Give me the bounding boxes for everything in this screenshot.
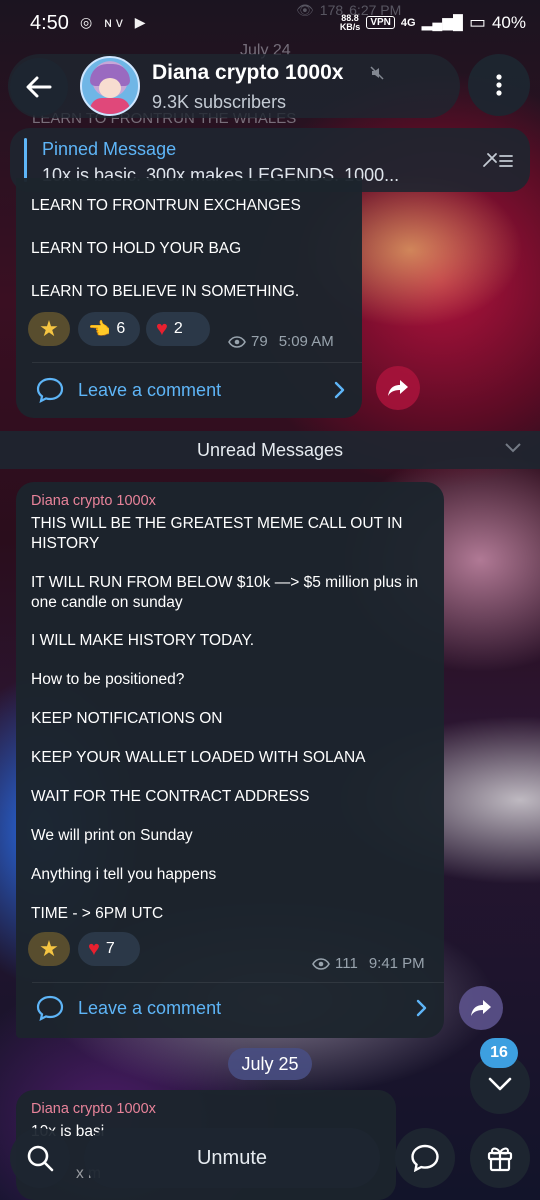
chat-bubble-icon [411, 1144, 439, 1172]
message-text: THIS WILL BE THE GREATEST MEME CALL OUT … [31, 515, 403, 552]
chevron-down-icon [488, 1077, 512, 1091]
message-text: Anything i tell you happens [31, 866, 217, 883]
star-icon: ★ [39, 936, 59, 961]
status-right: 88.8 KB/s VPN 4G ▂▄▆█ ▭ 40% [340, 12, 526, 33]
pinned-indicator [24, 138, 27, 182]
comment-icon [36, 995, 64, 1021]
message-author: Diana crypto 1000x [31, 1101, 156, 1117]
subscriber-count: 9.3K subscribers [152, 92, 287, 112]
message-author: Diana crypto 1000x [31, 493, 156, 509]
comments-button[interactable] [395, 1128, 455, 1188]
chevron-down-icon[interactable] [504, 441, 522, 453]
clock: 4:50 [30, 12, 69, 34]
message-text: WAIT FOR THE CONTRACT ADDRESS [31, 788, 310, 805]
message-text: LEARN TO HOLD YOUR BAG [31, 240, 242, 257]
notification-icons: ◎ ɴᴠ ▶ [80, 14, 150, 30]
unmute-label: Unmute [196, 1146, 268, 1169]
eye-icon [312, 957, 330, 970]
comment-icon [36, 377, 64, 403]
more-options-button[interactable] [468, 54, 530, 116]
share-arrow-icon [388, 380, 408, 396]
gift-icon [487, 1147, 513, 1172]
comment-label: Leave a comment [78, 379, 222, 400]
message-meta: 79 5:09 AM [228, 333, 334, 350]
message-text: KEEP NOTIFICATIONS ON [31, 710, 223, 727]
share-arrow-icon [471, 1000, 491, 1016]
message-bubble[interactable]: LEARN TO FRONTRUN EXCHANGES LEARN TO HOL… [16, 178, 362, 418]
comment-label: Leave a comment [78, 997, 222, 1018]
search-button[interactable] [10, 1128, 70, 1188]
message-text: KEEP YOUR WALLET LOADED WITH SOLANA [31, 749, 366, 766]
search-icon [27, 1145, 54, 1172]
view-count: 111 [335, 955, 358, 972]
reaction-heart[interactable]: ♥ 2 [146, 312, 210, 346]
star-icon: ★ [39, 316, 59, 341]
unread-messages-divider: Unread Messages [0, 431, 540, 469]
battery-icon: ▭ [468, 12, 486, 32]
gift-button[interactable] [470, 1128, 530, 1188]
message-time: 9:41 PM [368, 955, 425, 972]
channel-avatar[interactable] [80, 56, 140, 116]
reaction-count: 2 [173, 320, 183, 337]
signal-icon: ▂▄▆█ [421, 14, 463, 30]
message-text: LEARN TO FRONTRUN EXCHANGES [31, 197, 301, 214]
message-text: IT WILL RUN FROM BELOW $10k —> $5 millio… [31, 574, 419, 611]
chevron-right-icon [416, 999, 427, 1017]
share-button[interactable] [459, 986, 503, 1030]
battery-level: 40% [491, 12, 526, 32]
message-text: I WILL MAKE HISTORY TODAY. [31, 632, 255, 649]
reaction-pointing[interactable]: 👈 6 [78, 312, 140, 346]
reaction-heart[interactable]: ♥ 7 [78, 932, 140, 966]
network-speed: 88.8 KB/s [339, 12, 361, 32]
network-type: 4G [400, 16, 416, 29]
unread-count-badge: 16 [480, 1038, 518, 1068]
back-button[interactable] [10, 58, 68, 116]
back-arrow-icon [26, 76, 52, 98]
message-bubble[interactable]: Diana crypto 1000x THIS WILL BE THE GREA… [16, 482, 444, 1038]
eye-icon [228, 335, 246, 348]
message-text: We will print on Sunday [31, 827, 193, 844]
comment-divider [32, 362, 362, 363]
reaction-star[interactable]: ★ [28, 312, 70, 346]
share-button[interactable] [376, 366, 420, 410]
pinned-list-icon[interactable] [480, 148, 514, 172]
unread-label: Unread Messages [196, 439, 344, 460]
unmute-button[interactable]: Unmute [84, 1128, 380, 1188]
heart-icon: ♥ [156, 317, 168, 340]
message-text: TIME - > 6PM UTC [31, 905, 164, 922]
reaction-count: 6 [116, 320, 126, 337]
leave-comment-link[interactable]: Leave a comment [16, 982, 444, 1034]
vpn-icon: VPN [366, 16, 395, 29]
view-count: 79 [251, 333, 268, 350]
pinned-title: Pinned Message [42, 139, 177, 159]
pointing-hand-icon: 👈 [88, 318, 111, 339]
heart-icon: ♥ [88, 937, 100, 960]
channel-title: Diana crypto 1000x [152, 61, 344, 84]
message-meta: 111 9:41 PM [312, 955, 425, 972]
reaction-star[interactable]: ★ [28, 932, 70, 966]
message-text: LEARN TO BELIEVE IN SOMETHING. [31, 283, 300, 300]
status-bar: 4:50 ◎ ɴᴠ ▶ 88.8 KB/s VPN 4G ▂▄▆█ ▭ 40% [0, 0, 540, 48]
date-separator: July 25 [228, 1048, 312, 1080]
vertical-dots-icon [496, 74, 502, 96]
message-text: How to be positioned? [31, 671, 185, 688]
muted-icon [370, 66, 384, 80]
reaction-count: 7 [105, 940, 115, 957]
chevron-right-icon [334, 381, 345, 399]
message-time: 5:09 AM [278, 333, 334, 350]
leave-comment-link[interactable]: Leave a comment [16, 364, 362, 416]
